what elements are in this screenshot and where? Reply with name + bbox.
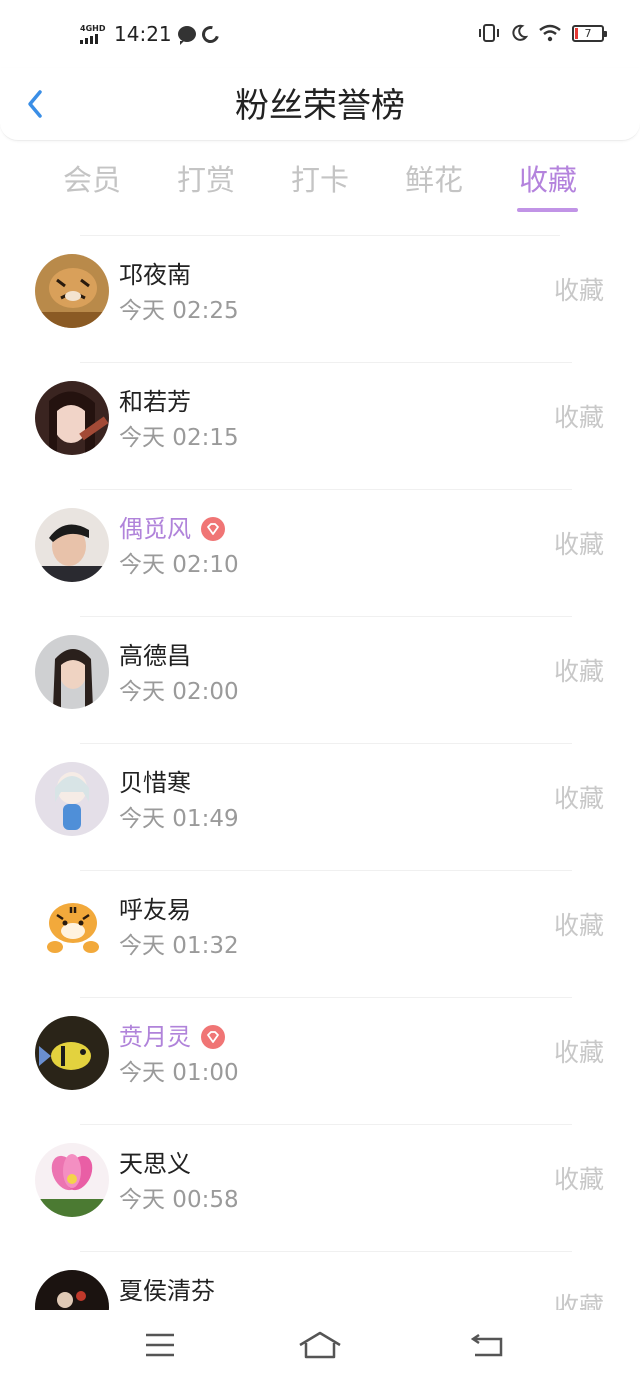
fan-time: 今天 00:58 xyxy=(119,1187,239,1213)
list-item[interactable]: 呼友易 今天 01:32 收藏 xyxy=(0,871,640,998)
home-icon xyxy=(299,1331,341,1359)
fan-time: 今天 02:15 xyxy=(119,425,239,451)
fan-name-text: 和若芳 xyxy=(119,388,191,416)
list-item[interactable]: 夏侯清芬 收藏 xyxy=(0,1252,640,1310)
wifi-icon xyxy=(539,24,561,42)
girl-photo-avatar xyxy=(35,381,109,455)
fan-name: 偶觅风 xyxy=(119,512,225,546)
fan-name: 呼友易 xyxy=(119,893,191,927)
header: 粉丝荣誉榜 xyxy=(0,68,640,141)
message-icon xyxy=(177,26,196,45)
fan-name: 高德昌 xyxy=(119,639,191,673)
fan-name-text: 天思义 xyxy=(119,1150,191,1178)
vip-diamond-icon xyxy=(201,517,225,541)
fish-photo-avatar xyxy=(35,1016,109,1090)
fan-name: 贝惜寒 xyxy=(119,766,191,800)
status-bar: 4GHD 14:21 7 xyxy=(0,0,640,70)
tab-tip[interactable]: 打赏 xyxy=(161,158,251,202)
fan-time: 今天 02:25 xyxy=(119,298,239,324)
tab-member[interactable]: 会员 xyxy=(47,158,137,202)
vip-diamond-icon xyxy=(201,1025,225,1049)
moon-icon xyxy=(512,24,528,41)
clock: 14:21 xyxy=(114,22,172,46)
fan-time: 今天 01:49 xyxy=(119,806,239,832)
list-item[interactable]: 高德昌 今天 02:00 收藏 xyxy=(0,617,640,744)
fan-name: 邛夜南 xyxy=(119,258,191,292)
active-tab-indicator xyxy=(517,208,578,212)
home-button[interactable] xyxy=(290,1331,350,1367)
woman-photo-avatar xyxy=(35,635,109,709)
action-label: 收藏 xyxy=(553,784,604,813)
page-title: 粉丝荣誉榜 xyxy=(235,86,405,126)
action-label: 收藏 xyxy=(553,657,604,686)
fan-name: 夏侯清芬 xyxy=(119,1274,215,1308)
back-icon xyxy=(471,1333,503,1357)
fan-name-text: 高德昌 xyxy=(119,642,191,670)
fan-name-text: 夏侯清芬 xyxy=(119,1277,215,1305)
fan-time: 今天 01:00 xyxy=(119,1060,239,1086)
fan-name-text: 邛夜南 xyxy=(119,261,191,289)
action-label: 收藏 xyxy=(553,911,604,940)
tab-flowers[interactable]: 鲜花 xyxy=(389,158,479,202)
battery-icon: 7 xyxy=(572,24,607,42)
cartoon-tiger-avatar xyxy=(35,889,109,963)
network-indicator: 4GHD xyxy=(80,23,108,44)
list-item[interactable]: 邛夜南 今天 02:25 收藏 xyxy=(0,236,640,363)
action-label: 收藏 xyxy=(553,1038,604,1067)
action-label: 收藏 xyxy=(553,403,604,432)
status-left: 4GHD 14:21 xyxy=(80,22,222,46)
fan-time: 今天 01:32 xyxy=(119,933,239,959)
status-right: 7 xyxy=(478,24,607,42)
menu-button[interactable] xyxy=(130,1331,190,1367)
fan-name: 贲月灵 xyxy=(119,1020,225,1054)
dark-photo-avatar xyxy=(35,1270,109,1310)
action-label: 收藏 xyxy=(553,1292,604,1310)
action-label: 收藏 xyxy=(553,276,604,305)
fan-time: 今天 02:00 xyxy=(119,679,239,705)
fan-name: 天思义 xyxy=(119,1147,191,1181)
navigation-bar xyxy=(0,1311,640,1387)
list-item[interactable]: 贲月灵 今天 01:00 收藏 xyxy=(0,998,640,1125)
fan-name-text: 偶觅风 xyxy=(119,515,191,543)
sync-icon xyxy=(198,22,222,46)
lotus-flower-avatar xyxy=(35,1143,109,1217)
tiger-photo-avatar xyxy=(35,254,109,328)
action-label: 收藏 xyxy=(553,1165,604,1194)
tab-checkin[interactable]: 打卡 xyxy=(275,158,365,202)
action-label: 收藏 xyxy=(553,530,604,559)
signal-icon xyxy=(80,33,108,44)
tab-bar: 会员 打赏 打卡 鲜花 收藏 xyxy=(0,150,640,220)
fan-name-text: 贲月灵 xyxy=(119,1023,191,1051)
anime-girl-avatar xyxy=(35,762,109,836)
fan-name-text: 呼友易 xyxy=(119,896,191,924)
menu-icon xyxy=(146,1333,174,1357)
man-photo-avatar xyxy=(35,508,109,582)
vibrate-icon xyxy=(479,24,499,42)
list-item[interactable]: 和若芳 今天 02:15 收藏 xyxy=(0,363,640,490)
tab-favorites[interactable]: 收藏 xyxy=(503,158,593,202)
list-item[interactable]: 贝惜寒 今天 01:49 收藏 xyxy=(0,744,640,871)
list-item[interactable]: 偶觅风 今天 02:10 收藏 xyxy=(0,490,640,617)
network-type: 4GHD xyxy=(80,23,106,33)
list-item[interactable]: 天思义 今天 00:58 收藏 xyxy=(0,1125,640,1252)
fan-time: 今天 02:10 xyxy=(119,552,239,578)
back-nav-button[interactable] xyxy=(458,1331,518,1367)
fan-name: 和若芳 xyxy=(119,385,191,419)
fan-name-text: 贝惜寒 xyxy=(119,769,191,797)
